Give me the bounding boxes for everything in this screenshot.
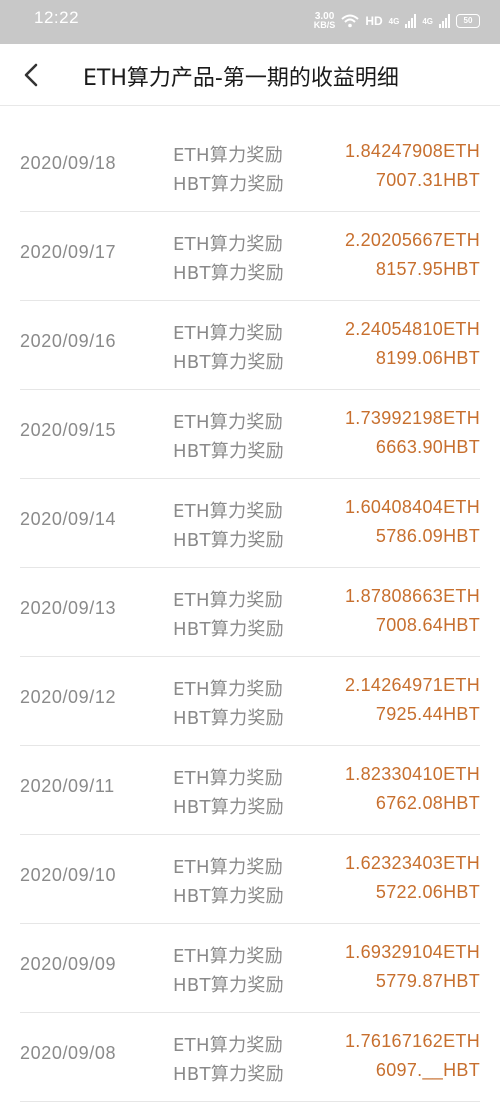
eth-reward-value: 1.87808663ETH (345, 586, 480, 606)
hbt-reward-label: HBT算力奖励 (173, 174, 284, 195)
eth-reward-value: 1.62323403ETH (345, 853, 480, 873)
hbt-reward-value: 7925.44HBT (375, 704, 480, 724)
list-item[interactable]: 2020/09/10 ETH算力奖励 HBT算力奖励 1.62323403ETH 572… (20, 835, 480, 924)
earnings-list[interactable]: 2020/09/18 ETH算力奖励 HBT算力奖励 1.84247908ETH 700… (0, 123, 500, 1102)
signal-label-1: 4G (388, 16, 400, 26)
eth-reward-label: ETH算力奖励 (173, 590, 284, 611)
battery-level: 50 (463, 16, 473, 25)
row-date: 2020/09/12 (20, 687, 117, 707)
eth-reward-label: ETH算力奖励 (173, 323, 284, 344)
battery-icon: 50 (456, 14, 480, 28)
hbt-reward-value: 6762.08HBT (375, 793, 480, 813)
eth-reward-label: ETH算力奖励 (173, 768, 284, 789)
list-item[interactable]: 2020/09/09 ETH算力奖励 HBT算力奖励 1.69329104ETH 577… (20, 924, 480, 1013)
row-date: 2020/09/14 (20, 509, 117, 529)
eth-reward-value: 1.69329104ETH (345, 942, 480, 962)
hbt-reward-value: 8157.95HBT (375, 259, 480, 279)
hbt-reward-value: 6097.__HBT (375, 1060, 480, 1080)
nav-bar: ETH算力产品-第一期的收益明细 (0, 44, 500, 106)
row-date: 2020/09/11 (20, 776, 115, 796)
hd-label: HD (365, 14, 383, 28)
list-item[interactable]: 2020/09/12 ETH算力奖励 HBT算力奖励 2.14264971ETH 792… (20, 657, 480, 746)
eth-reward-label: ETH算力奖励 (173, 679, 284, 700)
signal-icon-1 (405, 14, 417, 28)
eth-reward-value: 1.76167162ETH (345, 1031, 480, 1051)
back-button[interactable] (16, 59, 48, 91)
eth-reward-value: 1.82330410ETH (345, 764, 480, 784)
row-date: 2020/09/16 (20, 331, 117, 351)
eth-reward-label: ETH算力奖励 (173, 857, 284, 878)
hbt-reward-value: 5722.06HBT (375, 882, 480, 902)
row-date: 2020/09/15 (20, 420, 117, 440)
status-icons: 3.00 KB/S HD 4G 4G 50 (314, 9, 480, 33)
eth-reward-label: ETH算力奖励 (173, 412, 284, 433)
hbt-reward-value: 5779.87HBT (375, 971, 480, 991)
hbt-reward-label: HBT算力奖励 (173, 708, 284, 729)
hbt-reward-value: 5786.09HBT (375, 526, 480, 546)
chevron-left-icon (24, 63, 38, 87)
list-item[interactable]: 2020/09/08 ETH算力奖励 HBT算力奖励 1.76167162ETH 609… (20, 1013, 480, 1102)
hbt-reward-label: HBT算力奖励 (173, 530, 284, 551)
row-date: 2020/09/09 (20, 954, 117, 974)
hbt-reward-label: HBT算力奖励 (173, 975, 284, 996)
list-item[interactable]: 2020/09/13 ETH算力奖励 HBT算力奖励 1.87808663ETH 700… (20, 568, 480, 657)
eth-reward-value: 1.60408404ETH (345, 497, 480, 517)
status-bar: 12:22 3.00 KB/S HD 4G 4G 50 (0, 0, 500, 44)
network-speed-unit: KB/S (313, 20, 336, 30)
hbt-reward-label: HBT算力奖励 (173, 797, 284, 818)
hbt-reward-value: 8199.06HBT (375, 348, 480, 368)
hbt-reward-value: 7008.64HBT (375, 615, 480, 635)
eth-reward-label: ETH算力奖励 (173, 501, 284, 522)
hbt-reward-label: HBT算力奖励 (173, 441, 284, 462)
wifi-icon (341, 14, 359, 28)
signal-label-2: 4G (422, 16, 433, 26)
status-time: 12:22 (34, 8, 80, 27)
page-title: ETH算力产品-第一期的收益明细 (83, 66, 399, 91)
hbt-reward-label: HBT算力奖励 (173, 886, 284, 907)
list-item[interactable]: 2020/09/11 ETH算力奖励 HBT算力奖励 1.82330410ETH 676… (20, 746, 480, 835)
eth-reward-label: ETH算力奖励 (173, 946, 284, 967)
signal-icon-2 (439, 14, 450, 28)
eth-reward-label: ETH算力奖励 (173, 145, 284, 166)
list-item[interactable]: 2020/09/17 ETH算力奖励 HBT算力奖励 2.20205667ETH 815… (20, 212, 480, 301)
list-item[interactable]: 2020/09/15 ETH算力奖励 HBT算力奖励 1.73992198ETH 666… (20, 390, 480, 479)
eth-reward-label: ETH算力奖励 (173, 234, 284, 255)
list-item[interactable]: 2020/09/18 ETH算力奖励 HBT算力奖励 1.84247908ETH 700… (20, 123, 480, 212)
eth-reward-value: 2.24054810ETH (345, 319, 480, 339)
hbt-reward-label: HBT算力奖励 (173, 619, 284, 640)
eth-reward-value: 2.20205667ETH (345, 230, 480, 250)
list-item[interactable]: 2020/09/14 ETH算力奖励 HBT算力奖励 1.60408404ETH 578… (20, 479, 480, 568)
list-item[interactable]: 2020/09/16 ETH算力奖励 HBT算力奖励 2.24054810ETH 819… (20, 301, 480, 390)
hbt-reward-label: HBT算力奖励 (173, 352, 284, 373)
eth-reward-value: 2.14264971ETH (345, 675, 480, 695)
eth-reward-label: ETH算力奖励 (173, 1035, 284, 1056)
hbt-reward-value: 6663.90HBT (375, 437, 480, 457)
row-date: 2020/09/08 (20, 1043, 117, 1063)
hbt-reward-label: HBT算力奖励 (173, 1064, 284, 1085)
hbt-reward-label: HBT算力奖励 (173, 263, 284, 284)
eth-reward-value: 1.73992198ETH (345, 408, 480, 428)
eth-reward-value: 1.84247908ETH (345, 141, 480, 161)
row-date: 2020/09/13 (20, 598, 117, 618)
row-date: 2020/09/10 (20, 865, 117, 885)
network-speed: 3.00 KB/S (314, 12, 336, 30)
hbt-reward-value: 7007.31HBT (375, 170, 480, 190)
row-date: 2020/09/18 (20, 153, 117, 173)
row-date: 2020/09/17 (20, 242, 117, 262)
